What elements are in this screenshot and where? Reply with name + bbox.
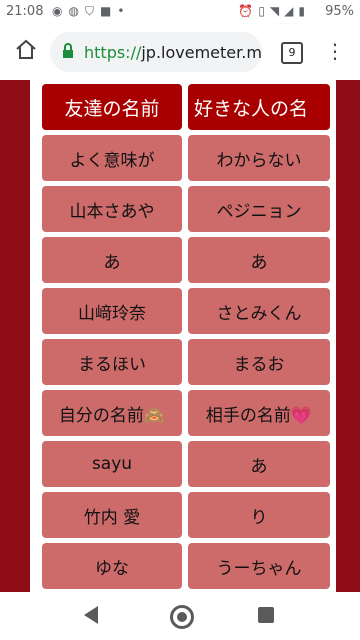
messenger-icon: ◍ xyxy=(68,4,85,18)
row-divider-dot xyxy=(182,336,188,338)
crush-name-cell: あ xyxy=(188,237,330,283)
table-row: 山本さあや ペジニョン xyxy=(42,186,330,237)
browser-toolbar: https://jp.lovemeter.me/ 9 ⋮ xyxy=(0,24,360,80)
friend-name-cell: よく意味が xyxy=(42,135,182,181)
friend-name-cell: まるほい xyxy=(42,339,182,385)
back-icon[interactable] xyxy=(84,606,98,624)
crush-name-cell: さとみくん xyxy=(188,288,330,334)
row-divider-dot xyxy=(182,234,188,236)
address-bar[interactable]: https://jp.lovemeter.me/ xyxy=(50,32,262,72)
table-body: よく意味が わからない 山本さあや ペジニョンああ山﨑玲奈 さとみくん まるほい まるお 自分… xyxy=(42,135,330,592)
row-divider-dot xyxy=(182,183,188,185)
url-scheme: https:// xyxy=(84,43,142,62)
status-bar: 21:08 ◉◍⛉■• ⏰▯◥◢▮ 95% xyxy=(0,0,360,24)
table-row: ゆな うーちゃん xyxy=(42,543,330,592)
table-row: 自分の名前🙈 相手の名前💗 xyxy=(42,390,330,441)
friend-name-cell: 竹内 愛 xyxy=(42,492,182,538)
friend-name-cell: あ xyxy=(42,237,182,283)
home-circle-icon[interactable] xyxy=(170,605,194,629)
crush-name-cell: 相手の名前💗 xyxy=(188,390,330,436)
table-row: 山﨑玲奈 さとみくん xyxy=(42,288,330,339)
table-row: よく意味が わからない xyxy=(42,135,330,186)
more-menu-icon[interactable]: ⋮ xyxy=(325,38,345,66)
crush-name-cell: まるお xyxy=(188,339,330,385)
table-row: ああ xyxy=(42,237,330,288)
recents-icon[interactable] xyxy=(258,607,274,623)
home-button[interactable] xyxy=(12,38,40,66)
tab-switcher-button[interactable]: 9 xyxy=(281,42,303,64)
friend-name-cell: 山本さあや xyxy=(42,186,182,232)
row-divider-dot xyxy=(182,285,188,287)
alarm-icon: ⏰ xyxy=(238,4,259,18)
vibrate-icon: ▯ xyxy=(258,4,270,18)
crush-name-cell: あ xyxy=(188,441,330,487)
table-row: まるほい まるお xyxy=(42,339,330,390)
system-icons: ⏰▯◥◢▮ xyxy=(238,4,310,18)
notification-icons: ◉◍⛉■• xyxy=(52,4,130,19)
dot-icon: • xyxy=(117,4,131,18)
battery-icon: ▮ xyxy=(298,4,310,18)
status-time: 21:08 xyxy=(6,4,44,19)
friend-name-cell: 自分の名前🙈 xyxy=(42,390,182,436)
friend-name-cell: ゆな xyxy=(42,543,182,589)
signal-icon: ◢ xyxy=(284,4,299,18)
row-divider-dot xyxy=(182,438,188,440)
table-header: 友達の名前 好きな人の名 xyxy=(42,84,330,135)
system-nav-bar xyxy=(0,592,360,640)
crush-name-cell: わからない xyxy=(188,135,330,181)
page-content: 友達の名前 好きな人の名 よく意味が わからない 山本さあや ペジニョンああ山﨑玲奈さ… xyxy=(0,80,360,592)
table-row: 竹内 愛り xyxy=(42,492,330,543)
home-icon xyxy=(16,39,36,59)
row-divider-dot xyxy=(182,489,188,491)
line-icon: ◉ xyxy=(52,4,69,18)
crush-name-cell: ペジニョン xyxy=(188,186,330,232)
header-friend-name: 友達の名前 xyxy=(42,84,182,130)
app-icon: ■ xyxy=(99,4,118,18)
crush-name-cell: うーちゃん xyxy=(188,543,330,589)
shield-icon: ⛉ xyxy=(84,4,100,18)
name-table: 友達の名前 好きな人の名 よく意味が わからない 山本さあや ペジニョンああ山﨑玲奈さ… xyxy=(42,84,330,592)
friend-name-cell: sayu xyxy=(42,441,182,487)
header-crush-name: 好きな人の名 xyxy=(188,84,330,130)
url-host: jp.lovemeter.me/ xyxy=(141,43,262,62)
lock-icon xyxy=(62,43,74,63)
row-divider-dot xyxy=(182,540,188,542)
friend-name-cell: 山﨑玲奈 xyxy=(42,288,182,334)
url-text[interactable]: https://jp.lovemeter.me/ xyxy=(84,43,262,62)
table-row: sayu あ xyxy=(42,441,330,492)
row-divider-dot xyxy=(182,387,188,389)
wifi-icon: ◥ xyxy=(269,4,285,18)
battery-percent: 95% xyxy=(325,4,354,19)
crush-name-cell: り xyxy=(188,492,330,538)
